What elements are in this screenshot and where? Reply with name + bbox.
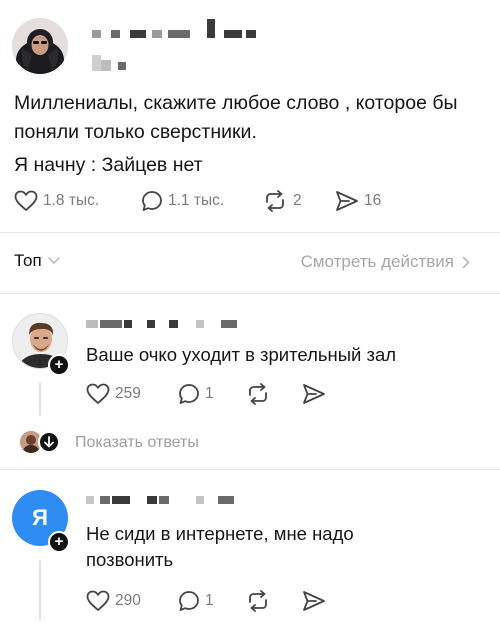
comment-share-button[interactable] <box>302 590 326 612</box>
paper-plane-icon <box>336 191 358 211</box>
comment-share-button[interactable] <box>302 383 326 405</box>
follow-plus-button[interactable]: + <box>48 531 70 553</box>
post-share-button[interactable]: 16 <box>335 190 381 212</box>
paper-plane-icon <box>303 384 325 404</box>
repost-arrows-icon <box>266 190 284 212</box>
comment-like-button[interactable]: 259 <box>86 383 141 405</box>
comment-text-line: Не сиди в интернете, мне надо <box>86 523 354 544</box>
speech-bubble-icon <box>142 191 162 211</box>
post-comment-count: 1.1 тыс. <box>168 192 225 209</box>
post-repost-count: 2 <box>293 192 302 209</box>
post-like-count: 1.8 тыс. <box>43 192 100 209</box>
post-comment-button[interactable]: 1.1 тыс. <box>141 190 224 212</box>
plus-icon: + <box>54 533 64 550</box>
post-author-avatar[interactable] <box>12 18 68 74</box>
comment-like-button[interactable]: 290 <box>86 590 141 612</box>
post-repost-button[interactable]: 2 <box>262 190 302 212</box>
heart-icon <box>86 590 110 611</box>
repost-arrows-icon <box>249 383 267 405</box>
chevron-right-icon <box>462 256 470 268</box>
view-actions-label: Смотреть действия <box>300 252 454 271</box>
divider <box>0 293 500 294</box>
arrow-down-icon <box>44 436 54 448</box>
post-text-line: поняли только сверстники. <box>14 121 257 143</box>
post-text-line: Я начну : Зайцев нет <box>14 154 203 176</box>
thread-line <box>39 560 41 620</box>
follow-plus-button[interactable]: + <box>48 354 70 376</box>
speech-bubble-icon <box>179 591 199 611</box>
comment-reply-count: 1 <box>205 385 214 402</box>
show-replies-link[interactable]: Показать ответы <box>75 434 199 452</box>
comment-text: Не сиди в интернете, мне надо позвонить <box>86 521 354 573</box>
plus-icon: + <box>54 356 64 373</box>
comment-like-count: 259 <box>115 385 141 402</box>
comment-repost-button[interactable] <box>245 383 271 405</box>
heart-icon <box>86 383 110 404</box>
comment-reply-button[interactable]: 1 <box>178 383 214 405</box>
comment-text-line: позвонить <box>86 549 174 570</box>
heart-icon <box>14 190 38 211</box>
post-like-button[interactable]: 1.8 тыс. <box>14 190 99 212</box>
comment-repost-button[interactable] <box>245 590 271 612</box>
show-replies-toggle[interactable] <box>38 431 60 453</box>
post-text: Миллениалы, скажите любое слово , которо… <box>14 89 490 180</box>
post-share-count: 16 <box>364 192 382 209</box>
repost-arrows-icon <box>249 590 267 612</box>
sort-label: Топ <box>14 251 42 270</box>
post-text-line: Миллениалы, скажите любое слово , которо… <box>14 92 458 114</box>
divider <box>0 469 500 470</box>
comment-reply-count: 1 <box>205 592 214 609</box>
thread-line <box>39 382 41 416</box>
view-actions-link[interactable]: Смотреть действия <box>301 252 470 272</box>
paper-plane-icon <box>303 591 325 611</box>
author-photo-icon <box>12 18 68 74</box>
sort-dropdown[interactable]: Топ <box>14 251 60 271</box>
speech-bubble-icon <box>179 384 199 404</box>
divider <box>0 232 500 233</box>
comment-like-count: 290 <box>115 592 141 609</box>
comment-text: Ваше очко уходит в зрительный зал <box>86 344 397 365</box>
comment-reply-button[interactable]: 1 <box>178 590 214 612</box>
chevron-down-icon <box>47 257 60 264</box>
